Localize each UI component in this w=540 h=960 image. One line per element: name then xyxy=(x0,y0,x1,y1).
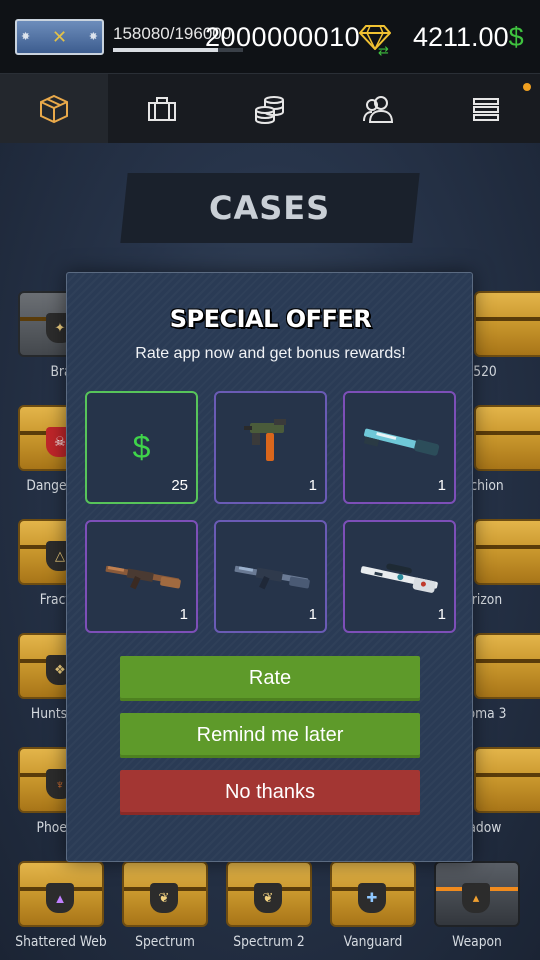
case-item[interactable]: ▴ xyxy=(434,861,520,927)
nav-friends[interactable] xyxy=(324,74,432,143)
case-box xyxy=(474,747,540,813)
nav-inventory[interactable] xyxy=(108,74,216,143)
users-icon xyxy=(363,95,394,123)
menu-icon xyxy=(473,97,499,121)
reward-tile-cash[interactable]: $ 25 xyxy=(85,391,198,504)
case-box xyxy=(474,291,540,357)
case-item[interactable]: ❦ xyxy=(226,861,312,927)
package-icon xyxy=(40,94,68,123)
coins-icon xyxy=(255,95,284,124)
reward-count: 25 xyxy=(171,477,188,494)
crossed-rifles-icon: ✕ xyxy=(51,26,68,47)
case-label: Vanguard xyxy=(343,934,403,950)
case-label: Shattered Web xyxy=(15,934,107,950)
dialog-title: SPECIAL OFFER xyxy=(169,305,372,333)
case-item[interactable]: ▲ xyxy=(18,861,104,927)
case-label: Weapon xyxy=(452,934,502,950)
case-label: Spectrum 2 xyxy=(233,934,305,950)
no-thanks-button[interactable]: No thanks xyxy=(120,770,420,815)
case-emblem-icon: ▴ xyxy=(462,883,490,913)
star-icon: ✸ xyxy=(21,31,31,43)
reward-count: 1 xyxy=(179,606,188,623)
top-bar: ✸ ✕ ✸ 158080/196000 2000000010 ⇄ 4211.00… xyxy=(0,0,540,74)
reward-tile-rifle[interactable]: 1 xyxy=(214,520,327,633)
reward-tile-shotgun[interactable]: 1 xyxy=(343,391,456,504)
rate-button[interactable]: Rate xyxy=(120,656,420,701)
reward-tile-smg[interactable]: 1 xyxy=(214,391,327,504)
case-label: Spectrum xyxy=(135,934,195,950)
case-item[interactable] xyxy=(474,747,540,813)
xp-progress-fill xyxy=(113,48,219,52)
money-amount: 4211.00 xyxy=(413,22,509,52)
reward-count: 1 xyxy=(437,477,446,494)
case-item[interactable] xyxy=(474,519,540,585)
exchange-icon[interactable]: ⇄ xyxy=(378,43,389,59)
case-box xyxy=(474,405,540,471)
case-emblem-icon: ▲ xyxy=(46,883,74,913)
reward-tile-rifle[interactable]: 1 xyxy=(85,520,198,633)
reward-count: 1 xyxy=(437,606,446,623)
page-title-banner: CASES xyxy=(120,173,420,243)
dialog-subtitle: Rate app now and get bonus rewards! xyxy=(135,345,406,362)
remind-later-button[interactable]: Remind me later xyxy=(120,713,420,758)
star-icon: ✸ xyxy=(88,31,98,43)
nav-coins[interactable] xyxy=(216,74,324,143)
reward-tile-sniper[interactable]: 1 xyxy=(343,520,456,633)
page-title: CASES xyxy=(209,189,331,227)
case-item[interactable] xyxy=(474,405,540,471)
case-emblem-icon: ❦ xyxy=(254,883,282,913)
case-item[interactable]: ✚ xyxy=(330,861,416,927)
case-box xyxy=(474,633,540,699)
rank-badge[interactable]: ✸ ✕ ✸ xyxy=(15,19,104,55)
nav-cases[interactable] xyxy=(0,74,108,143)
reward-count: 1 xyxy=(308,477,317,494)
notification-dot xyxy=(523,83,531,91)
main-nav xyxy=(0,74,540,143)
special-offer-dialog: SPECIAL OFFER Rate app now and get bonus… xyxy=(66,272,473,862)
reward-count: 1 xyxy=(308,606,317,623)
case-box xyxy=(474,519,540,585)
case-emblem-icon: ✚ xyxy=(358,883,386,913)
dollar-icon: $ xyxy=(132,429,151,465)
money-balance: 4211.00$ xyxy=(413,22,524,53)
case-item[interactable]: ❦ xyxy=(122,861,208,927)
briefcase-icon xyxy=(148,96,176,121)
case-item[interactable] xyxy=(474,291,540,357)
case-emblem-icon: ❦ xyxy=(150,883,178,913)
money-symbol: $ xyxy=(508,22,524,52)
gem-balance: 2000000010 xyxy=(205,22,361,52)
case-item[interactable] xyxy=(474,633,540,699)
